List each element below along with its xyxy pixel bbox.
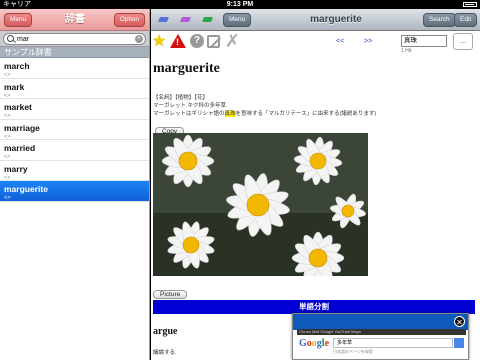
flower-image (153, 133, 368, 276)
google-search-option[interactable]: 日本語のページを検索 (333, 349, 373, 355)
word-label: marguerite (4, 184, 48, 194)
highlighted-word[interactable]: 真珠 (224, 111, 236, 117)
word-sub: <> (4, 174, 11, 181)
list-item-selected[interactable]: marguerite <> (0, 181, 149, 202)
entry-etymology: マーガレットはギリシャ語の真珠を意味する「マルガリテース」に由来する(諸説ありま… (153, 110, 475, 118)
entry-content: marguerite 【名詞】【植物】【花】 マーガレット.キク科の多年草. マ… (153, 61, 475, 136)
search-icon (7, 35, 14, 42)
word-sub: <> (4, 195, 11, 201)
battery-icon (463, 2, 477, 7)
google-logo: Google (299, 338, 330, 349)
edit-icon[interactable] (207, 35, 220, 48)
entry-detail-pane: Menu marguerite Search Edit ★ ! ? ✗ << >… (151, 9, 480, 360)
entry-title: marguerite (310, 14, 362, 25)
etymology-text: を意味する「マルガリテース」に由来する(諸説あります) (235, 111, 377, 117)
entry-definition-block: 【名詞】【植物】【花】 マーガレット.キク科の多年草. マーガレットはギリシャ語… (153, 94, 475, 118)
list-item[interactable]: market <> (0, 99, 149, 120)
word-sub: <> (4, 72, 11, 78)
entry-definition: マーガレット.キク科の多年草. (153, 103, 228, 109)
word-sub: <> (4, 113, 11, 119)
clear-icon[interactable]: × (135, 35, 143, 43)
next-link[interactable]: >> (364, 38, 372, 45)
google-search-button[interactable] (454, 338, 464, 348)
purple-bookmark-icon[interactable] (180, 17, 191, 22)
search-field[interactable]: × (3, 33, 146, 45)
word-sub: <> (4, 92, 11, 99)
list-item[interactable]: married <> (0, 140, 149, 161)
lookup-field[interactable]: 真珠 (401, 35, 447, 47)
blue-bookmark-icon[interactable] (158, 17, 169, 22)
more-button[interactable]: ... (453, 33, 473, 50)
search-input[interactable] (17, 34, 127, 44)
word-label: marry (4, 163, 28, 174)
star-icon[interactable]: ★ (152, 34, 166, 50)
word-sub: <> (4, 133, 11, 140)
list-item[interactable]: mark <> (0, 79, 149, 99)
entry-toolbar: ★ ! ? ✗ << >> 真珠 1 Hit ... (151, 31, 480, 54)
delete-icon[interactable]: ✗ (225, 31, 240, 51)
list-item[interactable]: marriage <> (0, 120, 149, 140)
right-nav-bar: Menu marguerite Search Edit (151, 9, 480, 31)
google-search-input[interactable]: 多年草 (333, 338, 453, 348)
popup-header: ✕ (293, 314, 468, 330)
picture-button[interactable]: Picture (153, 290, 188, 299)
close-icon[interactable]: ✕ (454, 316, 465, 327)
word-split-button[interactable]: 単語分割 (153, 300, 475, 314)
status-bar: キャリア 9:13 PM (0, 0, 480, 9)
entry-tags: 【名詞】【植物】【花】 (153, 95, 209, 101)
list-item[interactable]: march <> (0, 58, 149, 79)
right-menu-button[interactable]: Menu (223, 13, 252, 27)
section-header: サンプル辞書 (0, 47, 149, 58)
word-label: married (4, 143, 36, 153)
list-item[interactable]: marry <> (0, 161, 149, 181)
next-definition: 議論する. (153, 350, 177, 356)
prev-link[interactable]: << (336, 38, 344, 45)
word-label: march (4, 61, 30, 71)
word-label: mark (4, 81, 25, 92)
warning-icon[interactable]: ! (170, 34, 186, 48)
dictionary-list-pane: Menu 辞書 Option × サンプル辞書 march<> mark<> m… (0, 9, 150, 360)
word-label: marriage (4, 122, 40, 133)
question-icon[interactable]: ? (190, 34, 204, 48)
word-list: march <> mark <> market <> marriage <> marri… (0, 58, 149, 202)
next-headword: argue (153, 326, 178, 337)
option-button[interactable]: Option (113, 13, 145, 27)
green-bookmark-icon[interactable] (202, 17, 213, 22)
edit-button[interactable]: Edit (454, 13, 478, 27)
word-sub: <> (4, 154, 11, 160)
hit-count: 1 Hit (401, 48, 412, 54)
web-search-popup: ✕ iTunes Mail Google YouTube Maps Google… (292, 313, 469, 360)
etymology-text: マーガレットはギリシャ語の (153, 111, 225, 117)
search-bar: × (0, 31, 149, 47)
clock: 9:13 PM (226, 1, 254, 8)
search-button[interactable]: Search (423, 13, 456, 27)
left-nav-bar: Menu 辞書 Option (0, 9, 149, 31)
word-label: market (4, 102, 32, 112)
headword: marguerite (153, 61, 220, 76)
google-nav-strip: iTunes Mail Google YouTube Maps (297, 329, 466, 335)
